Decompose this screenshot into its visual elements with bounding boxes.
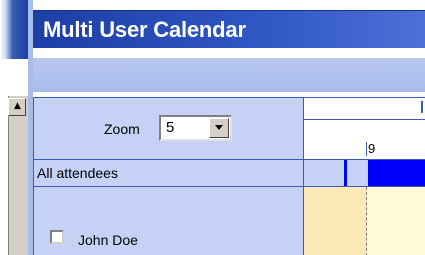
chevron-down-icon [215,125,223,130]
header-band [33,58,425,92]
attendee-column: Zoom 5 All attendees John Doe [33,97,304,255]
zoom-cell: Zoom 5 [34,98,304,160]
background-title-bar [0,0,28,59]
zoom-dropdown-button[interactable] [209,118,229,138]
app-window: ▲ Multi User Calendar Zoom 5 All attende… [0,0,425,255]
title-gap [33,48,425,58]
timeline-hour-header: 9 [304,120,425,160]
user-checkbox[interactable] [50,230,64,244]
background-window-edge: ▲ [0,0,29,255]
busy-marker [344,160,347,186]
user-timeline-row[interactable] [304,187,425,255]
all-attendees-row: All attendees [34,160,304,187]
page-title: Multi User Calendar [43,17,246,42]
off-hours-block [304,187,367,255]
calendar-grid: Zoom 5 All attendees John Doe 9 [33,97,425,255]
zoom-label: Zoom [104,121,140,137]
date-header-marker [421,101,423,113]
timeline-date-header [304,98,425,120]
hour-gridline [366,187,367,255]
top-margin [33,0,425,10]
triangle-up-icon: ▲ [14,101,21,111]
busy-block [368,160,425,186]
hour-tick [366,142,367,156]
user-name-label: John Doe [78,232,138,248]
all-attendees-label: All attendees [37,165,118,181]
scroll-arrow-button[interactable]: ▲ [8,98,26,116]
attendees-busy-row [304,160,425,187]
zoom-value: 5 [166,119,175,136]
title-bar: Multi User Calendar [33,10,425,49]
hour-label: 9 [368,141,376,156]
timeline-area: 9 [304,97,425,255]
zoom-select[interactable]: 5 [159,115,232,141]
background-scrollbar[interactable] [8,96,29,255]
user-row: John Doe [34,187,304,255]
